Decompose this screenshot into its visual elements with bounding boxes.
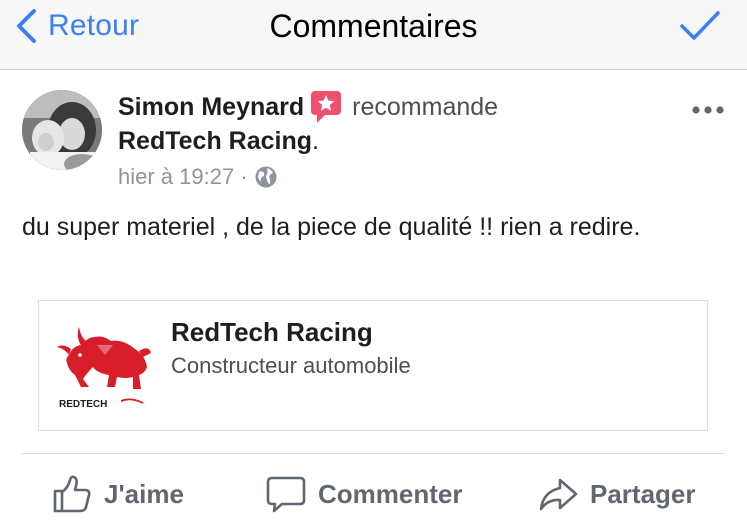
share-arrow-icon — [539, 478, 578, 511]
more-options-icon[interactable] — [691, 100, 725, 120]
page-title: Commentaires — [269, 8, 478, 44]
thumbs-up-icon — [53, 475, 91, 513]
page-suffix: . — [312, 127, 319, 155]
navigation-bar: Retour Commentaires — [0, 0, 747, 70]
comment-icon — [266, 476, 306, 513]
share-button[interactable]: Partager — [538, 470, 696, 518]
globe-icon — [255, 166, 277, 188]
checkmark-icon[interactable] — [679, 8, 721, 44]
card-title: RedTech Racing — [171, 317, 373, 347]
post-header: Simon Meynard recommande RedTech Racing.… — [118, 90, 678, 192]
meta-separator: · — [240, 164, 248, 189]
card-subtitle: Constructeur automobile — [171, 353, 411, 378]
share-label: Partager — [590, 478, 696, 509]
comment-label: Commenter — [318, 478, 463, 509]
recommend-verb: recommande — [352, 93, 499, 121]
author-name[interactable]: Simon Meynard — [118, 90, 304, 124]
redtech-logo: REDTECH — [57, 327, 151, 410]
comment-button[interactable]: Commenter — [266, 470, 462, 518]
divider — [22, 453, 725, 454]
recommendation-star-icon — [311, 91, 342, 123]
post-meta: hier à 19:27 · — [118, 162, 678, 192]
like-button[interactable]: J'aime — [52, 470, 184, 518]
avatar[interactable] — [22, 90, 102, 170]
logo-text: REDTECH — [59, 399, 107, 410]
post-text: du super materiel , de la piece de quali… — [22, 213, 641, 241]
timestamp[interactable]: hier à 19:27 — [118, 162, 234, 192]
action-bar: J'aime Commenter Partager — [0, 470, 747, 518]
like-label: J'aime — [104, 478, 184, 509]
page-name-link[interactable]: RedTech Racing — [118, 127, 312, 155]
page-card[interactable]: REDTECH RedTech Racing Constructeur auto… — [38, 300, 708, 431]
